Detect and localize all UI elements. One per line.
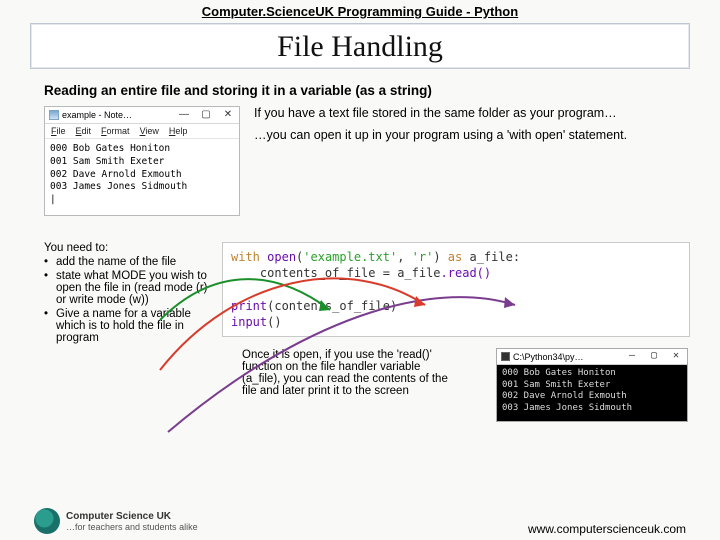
footer-url: www.computerscienceuk.com [528, 522, 686, 536]
close-button[interactable]: ✕ [665, 349, 687, 364]
console-output-window: C:\Python34\py… — ▢ ✕ 000 Bob Gates Honi… [496, 348, 688, 422]
console-titlebar: C:\Python34\py… — ▢ ✕ [497, 349, 687, 365]
minimize-button[interactable]: — [173, 108, 195, 123]
minimize-button[interactable]: — [621, 349, 643, 364]
list-item: •add the name of the file [44, 256, 214, 268]
section-heading: Reading an entire file and storing it in… [44, 83, 720, 98]
page-title-box: File Handling [30, 23, 690, 69]
list-item: •state what MODE you wish to open the fi… [44, 270, 214, 306]
menu-edit[interactable]: Edit [76, 126, 92, 136]
menu-help[interactable]: Help [169, 126, 188, 136]
intro-line-1: If you have a text file stored in the sa… [254, 106, 690, 120]
notepad-content: 000 Bob Gates Honiton 001 Sam Smith Exet… [45, 139, 239, 215]
close-button[interactable]: ✕ [217, 108, 239, 123]
notepad-icon [49, 110, 59, 120]
maximize-button[interactable]: ▢ [643, 349, 665, 364]
intro-line-2: …you can open it up in your program usin… [254, 128, 690, 142]
console-content: 000 Bob Gates Honiton 001 Sam Smith Exet… [497, 365, 687, 421]
logo-icon [34, 508, 60, 534]
maximize-button[interactable]: ▢ [195, 108, 217, 123]
notepad-title: example - Note… [62, 110, 173, 120]
notepad-titlebar: example - Note… — ▢ ✕ [45, 107, 239, 124]
needto-item-2: Give a name for a variable which is to h… [56, 308, 214, 344]
menu-file[interactable]: File [51, 126, 66, 136]
console-title: C:\Python34\py… [513, 352, 621, 362]
menu-view[interactable]: View [140, 126, 159, 136]
intro-text: If you have a text file stored in the sa… [254, 106, 690, 216]
needto-item-0: add the name of the file [56, 256, 214, 268]
notepad-menubar: File Edit Format View Help [45, 124, 239, 139]
notepad-window: example - Note… — ▢ ✕ File Edit Format V… [44, 106, 240, 216]
needto-item-1: state what MODE you wish to open the fil… [56, 270, 214, 306]
list-item: •Give a name for a variable which is to … [44, 308, 214, 344]
you-need-to: You need to: •add the name of the file •… [44, 242, 214, 397]
console-icon [501, 352, 510, 361]
needto-header: You need to: [44, 242, 214, 254]
code-example: with open('example.txt', 'r') as a_file:… [222, 242, 690, 337]
logo-text: Computer Science UK …for teachers and st… [66, 511, 198, 532]
menu-format[interactable]: Format [101, 126, 130, 136]
header-line: Computer.ScienceUK Programming Guide - P… [0, 4, 720, 19]
explanation-text: Once it is open, if you use the 'read()'… [242, 349, 457, 397]
footer-logo: Computer Science UK …for teachers and st… [34, 508, 198, 534]
